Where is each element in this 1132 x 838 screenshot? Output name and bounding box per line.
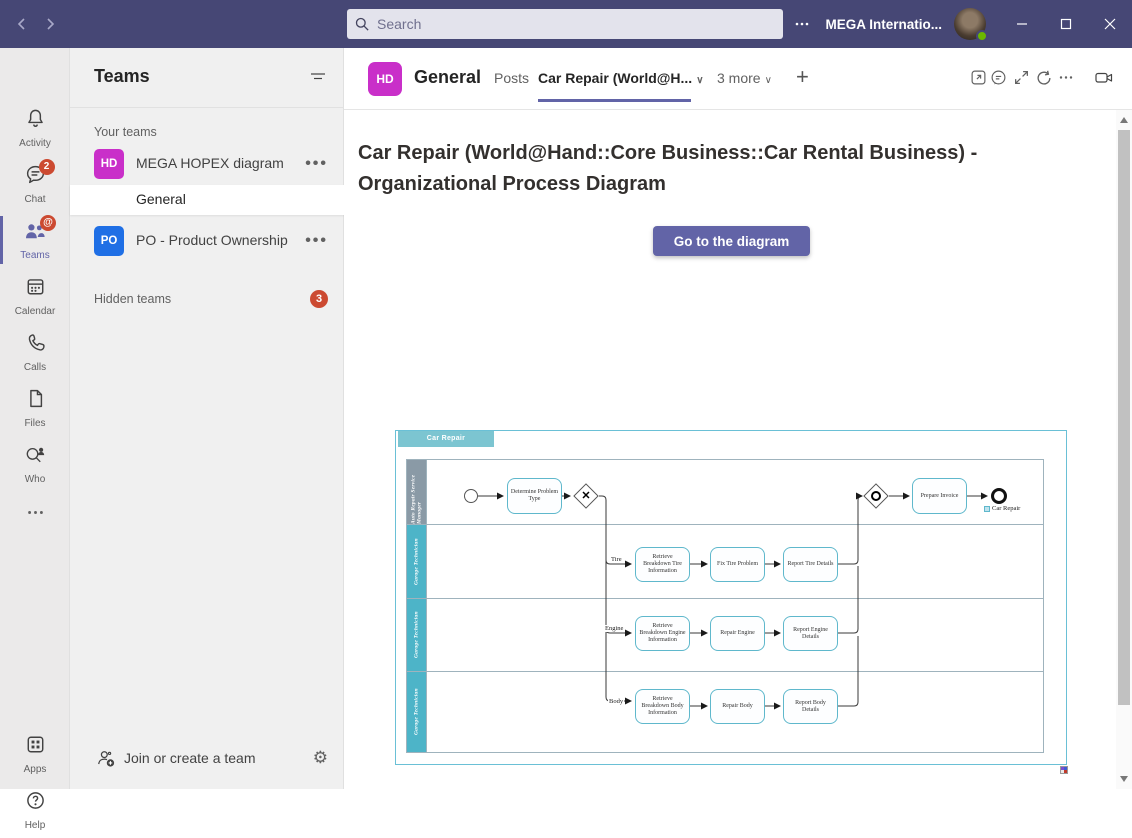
titlebar: MEGA Internatio... — [0, 0, 1132, 48]
chevron-down-icon: ∨ — [765, 75, 772, 86]
channel-item-general[interactable]: General — [70, 185, 344, 215]
hidden-teams-badge: 3 — [310, 290, 328, 308]
page-title: Car Repair (World@Hand::Core Business::C… — [358, 138, 1013, 200]
gear-icon[interactable]: ⚙ — [313, 748, 328, 768]
document-icon — [25, 388, 46, 412]
search-box[interactable] — [347, 9, 783, 39]
chat-badge: 2 — [39, 159, 55, 175]
open-in-new-window-icon[interactable] — [970, 69, 987, 86]
maximize-button[interactable] — [1044, 0, 1088, 48]
chat-icon: 2 — [25, 164, 46, 188]
rail-item-chat[interactable]: 2 Chat — [0, 162, 70, 212]
branch-label-tire: Tire — [610, 556, 623, 563]
task-fix-tire-problem: Fix Tire Problem — [710, 547, 765, 582]
branch-label-engine: Engine — [604, 625, 624, 632]
task-prepare-invoice: Prepare Invoice — [912, 478, 967, 514]
meet-camera-icon[interactable] — [1094, 69, 1114, 86]
bpmn-mini-icon — [984, 506, 990, 512]
rail-more-apps-icon[interactable] — [0, 500, 70, 550]
tab-more-options-icon[interactable] — [1058, 69, 1074, 86]
divider — [70, 107, 344, 108]
bpmn-diagram[interactable]: Car Repair Auto Repair Service Manager G… — [395, 430, 1067, 765]
task-report-tire-details: Report Tire Details — [783, 547, 838, 582]
scroll-up-icon[interactable] — [1120, 117, 1128, 123]
minimize-button[interactable] — [1000, 0, 1044, 48]
search-icon — [355, 17, 370, 32]
team-avatar-po: PO — [94, 226, 124, 256]
task-retrieve-body-info: Retrieve Breakdown Body Information — [635, 689, 690, 724]
task-retrieve-tire-info: Retrieve Breakdown Tire Information — [635, 547, 690, 582]
task-report-engine-details: Report Engine Details — [783, 616, 838, 651]
rail-item-apps[interactable]: Apps — [0, 732, 70, 782]
bell-icon — [25, 108, 46, 132]
panel-title: Teams — [94, 66, 150, 87]
help-icon — [25, 790, 46, 814]
team-row-po[interactable]: PO PO - Product Ownership ••• — [70, 223, 344, 263]
who-search-person-icon — [24, 444, 46, 468]
avatar[interactable] — [954, 8, 986, 40]
channel-avatar: HD — [368, 62, 402, 96]
rail-item-calendar[interactable]: Calendar — [0, 274, 70, 324]
go-to-diagram-button[interactable]: Go to the diagram — [653, 226, 810, 256]
app-rail: Activity 2 Chat @ Teams Calendar Calls F… — [0, 48, 70, 789]
teams-mention-badge: @ — [40, 215, 56, 231]
team-options-icon[interactable]: ••• — [305, 155, 328, 173]
search-input[interactable] — [377, 16, 775, 32]
tab-conversation-icon[interactable] — [990, 69, 1007, 86]
team-avatar-hd: HD — [94, 149, 124, 179]
end-event-label: Car Repair — [984, 505, 1020, 512]
status-available-icon — [976, 30, 988, 42]
apps-grid-icon — [25, 734, 46, 758]
tab-posts[interactable]: Posts — [494, 70, 529, 86]
join-or-create-team-button[interactable]: Join or create a team ⚙ — [70, 741, 344, 777]
add-tab-button[interactable]: + — [796, 64, 809, 90]
team-options-icon[interactable]: ••• — [305, 232, 328, 250]
vertical-scrollbar[interactable] — [1116, 110, 1132, 789]
branch-label-body: Body — [608, 698, 624, 705]
close-button[interactable] — [1088, 0, 1132, 48]
start-event — [464, 489, 478, 503]
phone-icon — [25, 332, 46, 356]
tab-car-repair[interactable]: Car Repair (World@H...∨ — [538, 70, 704, 86]
back-icon[interactable] — [8, 10, 36, 38]
rail-item-teams[interactable]: @ Teams — [0, 218, 70, 268]
rail-item-files[interactable]: Files — [0, 386, 70, 436]
rail-item-calls[interactable]: Calls — [0, 330, 70, 380]
rail-item-help[interactable]: Help — [0, 788, 70, 838]
chevron-down-icon: ∨ — [696, 75, 703, 86]
forward-icon[interactable] — [36, 10, 64, 38]
xor-gateway: ✕ — [573, 483, 599, 509]
teams-panel: Teams Your teams HD MEGA HOPEX diagram •… — [70, 48, 344, 789]
rail-item-activity[interactable]: Activity — [0, 106, 70, 156]
task-report-body-details: Report Body Details — [783, 689, 838, 724]
task-repair-body: Repair Body — [710, 689, 765, 724]
channel-header: HD General Posts Car Repair (World@H...∨… — [344, 48, 1132, 110]
task-repair-engine: Repair Engine — [710, 616, 765, 651]
scroll-down-icon[interactable] — [1120, 776, 1128, 782]
filter-icon[interactable] — [309, 68, 327, 86]
refresh-icon[interactable] — [1035, 69, 1053, 87]
hidden-teams-toggle[interactable]: Hidden teams 3 — [70, 288, 344, 314]
scrollbar-thumb[interactable] — [1118, 130, 1130, 705]
teams-people-icon: @ — [23, 220, 47, 244]
titlebar-more-icon[interactable] — [793, 15, 811, 33]
tab-3-more[interactable]: 3 more∨ — [717, 70, 772, 86]
calendar-icon — [25, 276, 46, 300]
rail-item-who[interactable]: Who — [0, 442, 70, 492]
merge-gateway — [863, 483, 889, 509]
end-event — [991, 488, 1007, 504]
channel-title: General — [414, 67, 481, 88]
main-area: HD General Posts Car Repair (World@H...∨… — [344, 48, 1132, 789]
active-tab-underline — [538, 99, 691, 102]
diagram-resize-handle[interactable] — [1060, 766, 1068, 774]
team-row-mega-hopex[interactable]: HD MEGA HOPEX diagram ••• — [70, 146, 344, 186]
task-determine-problem-type: Determine Problem Type — [507, 478, 562, 514]
your-teams-label: Your teams — [94, 125, 157, 139]
account-name[interactable]: MEGA Internatio... — [825, 17, 942, 32]
expand-tab-icon[interactable] — [1013, 69, 1030, 86]
task-retrieve-engine-info: Retrieve Breakdown Engine Information — [635, 616, 690, 651]
person-add-icon — [96, 749, 116, 768]
tab-content: Car Repair (World@Hand::Core Business::C… — [344, 110, 1116, 789]
